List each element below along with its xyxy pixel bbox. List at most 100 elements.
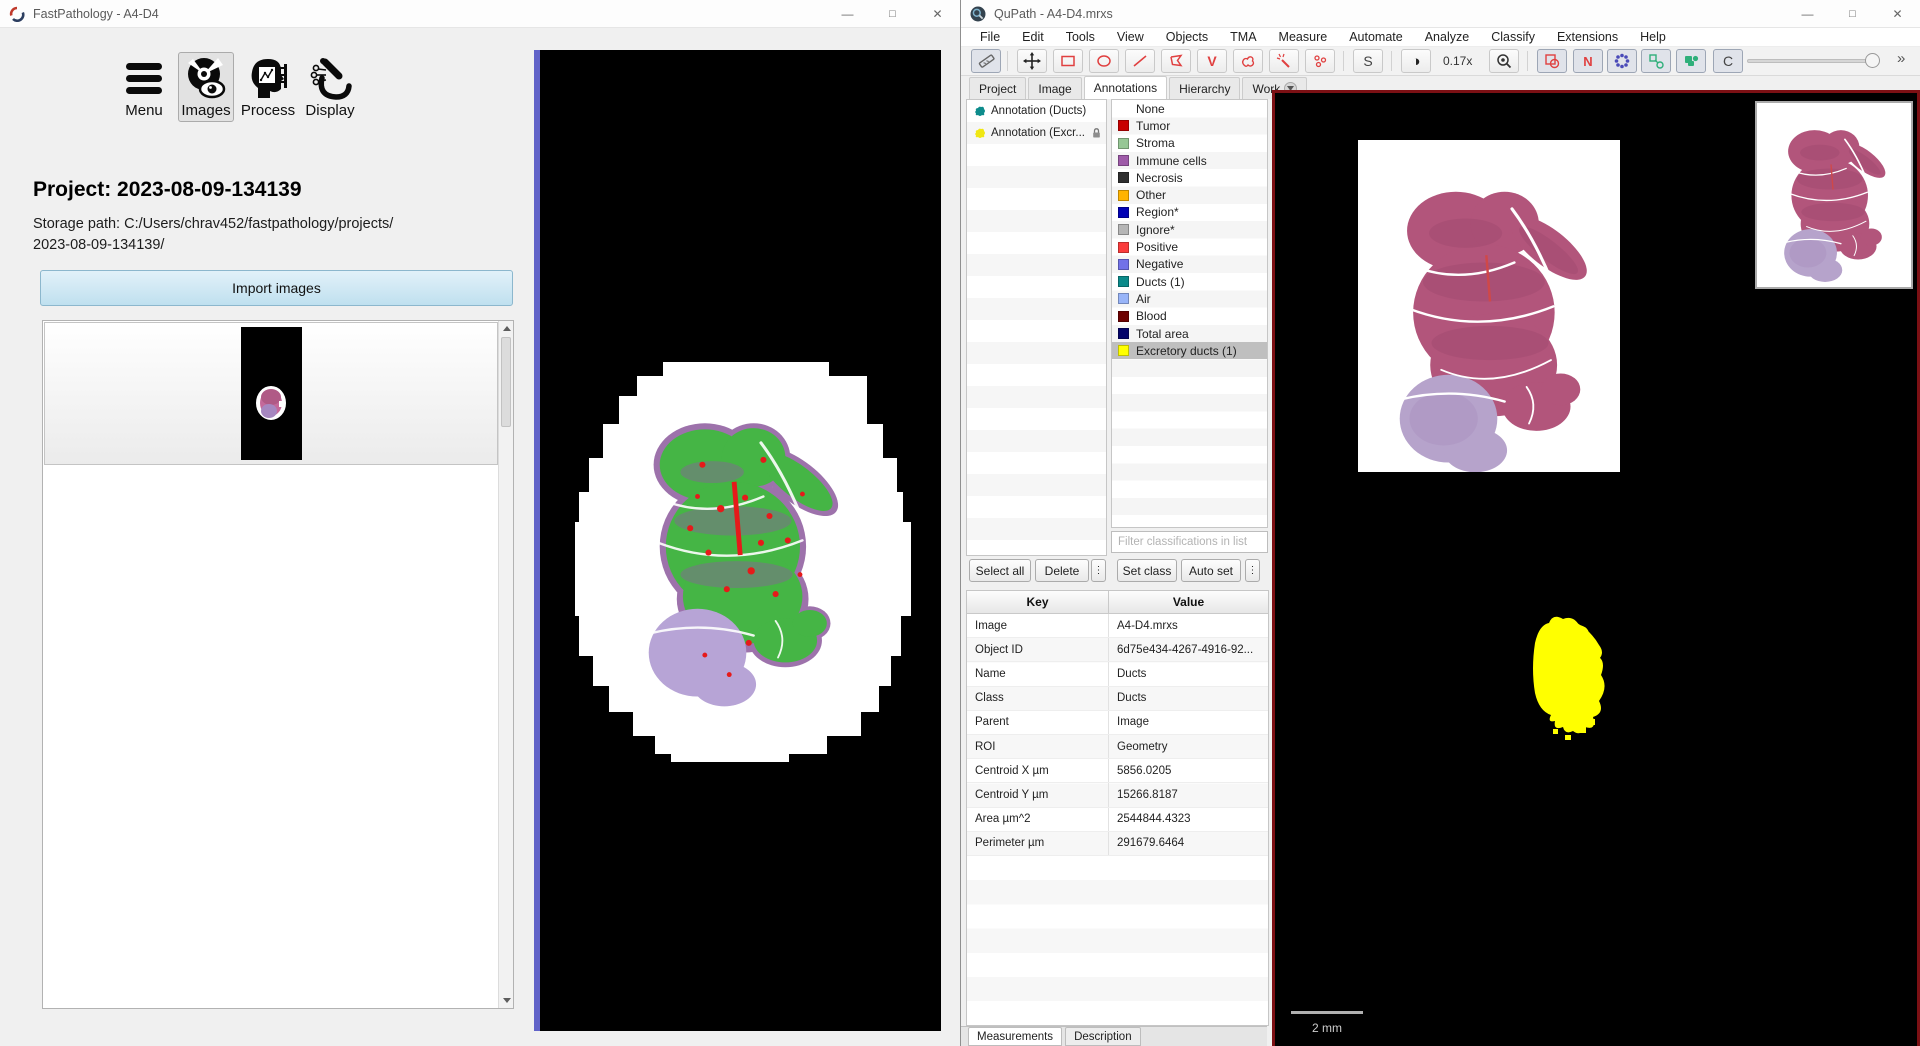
menu-objects[interactable]: Objects xyxy=(1155,30,1219,44)
annotation-object-list[interactable]: Annotation (Ducts) Annotation (Excr... xyxy=(966,99,1107,556)
brush-tool-button[interactable] xyxy=(1233,49,1263,73)
polygon-tool-button[interactable] xyxy=(1161,49,1191,73)
tab-image[interactable]: Image xyxy=(1028,77,1082,99)
show-detections-toggle[interactable] xyxy=(1676,49,1706,73)
excretory-ducts-annotation[interactable] xyxy=(1521,609,1613,743)
fastpathology-titlebar[interactable]: FastPathology - A4-D4 — □ ✕ xyxy=(0,0,960,28)
qp-minimize-button[interactable]: — xyxy=(1785,0,1830,27)
tab-project[interactable]: Project xyxy=(969,77,1027,99)
class-row-air[interactable]: Air xyxy=(1112,290,1267,307)
menu-tools[interactable]: Tools xyxy=(1055,30,1106,44)
class-row-tumor[interactable]: Tumor xyxy=(1112,117,1267,134)
line-tool-button[interactable] xyxy=(1125,49,1155,73)
class-row-negative[interactable]: Negative xyxy=(1112,256,1267,273)
fp-viewer[interactable] xyxy=(534,50,941,1031)
show-names-toggle[interactable]: N xyxy=(1573,49,1603,73)
menu-analyze[interactable]: Analyze xyxy=(1414,30,1480,44)
menu-automate[interactable]: Automate xyxy=(1338,30,1414,44)
opacity-slider-track[interactable] xyxy=(1747,59,1877,63)
table-row[interactable]: ROI Geometry xyxy=(967,734,1268,760)
qp-maximize-button[interactable]: □ xyxy=(1830,0,1875,27)
fp-list-scrollbar[interactable] xyxy=(498,321,513,1008)
fp-scroll-down-arrow[interactable] xyxy=(499,993,514,1008)
fp-close-button[interactable]: ✕ xyxy=(915,0,960,27)
classes-more-button[interactable]: ⋮ xyxy=(1245,559,1260,582)
table-row[interactable]: Name Ducts xyxy=(967,662,1268,687)
wand-tool-button[interactable] xyxy=(1269,49,1299,73)
set-class-button[interactable]: Set class xyxy=(1117,559,1177,582)
fp-display-button[interactable]: Display xyxy=(302,52,358,122)
class-row-ducts[interactable]: Ducts (1) xyxy=(1112,273,1267,290)
opacity-slider-thumb[interactable] xyxy=(1865,53,1880,68)
menu-classify[interactable]: Classify xyxy=(1480,30,1546,44)
pan-tool-button[interactable] xyxy=(1017,49,1047,73)
import-images-button[interactable]: Import images xyxy=(40,270,513,306)
annotation-item-ducts[interactable]: Annotation (Ducts) xyxy=(967,100,1106,122)
fp-process-button[interactable]: Process xyxy=(240,52,296,122)
table-row[interactable]: Centroid Y µm 15266.8187 xyxy=(967,783,1268,808)
class-row-positive[interactable]: Positive xyxy=(1112,238,1267,255)
class-list[interactable]: None Tumor Stroma Immune cells Necrosis … xyxy=(1111,99,1268,528)
menu-tma[interactable]: TMA xyxy=(1219,30,1267,44)
zoom-to-fit-button[interactable] xyxy=(1489,49,1519,73)
fp-menu-button[interactable]: Menu xyxy=(116,52,172,122)
fp-image-list[interactable] xyxy=(42,320,514,1009)
show-annotations-toggle[interactable] xyxy=(1537,49,1567,73)
overview-thumbnail[interactable] xyxy=(1755,101,1913,289)
ellipse-tool-button[interactable] xyxy=(1089,49,1119,73)
menu-edit[interactable]: Edit xyxy=(1011,30,1055,44)
toolbar-overflow-button[interactable]: » xyxy=(1897,50,1905,67)
table-row[interactable]: Class Ducts xyxy=(967,686,1268,711)
class-row-region[interactable]: Region* xyxy=(1112,204,1267,221)
fp-images-button[interactable]: Images xyxy=(178,52,234,122)
table-row[interactable]: Parent Image xyxy=(967,710,1268,735)
tab-hierarchy[interactable]: Hierarchy xyxy=(1169,77,1241,99)
selection-mode-button[interactable]: S xyxy=(1353,49,1383,73)
class-row-none[interactable]: None xyxy=(1112,100,1267,117)
qp-viewer[interactable]: 2 mm xyxy=(1272,90,1920,1046)
tab-measurements[interactable]: Measurements xyxy=(968,1027,1063,1046)
class-row-excretory-ducts[interactable]: Excretory ducts (1) xyxy=(1112,342,1267,360)
points-tool-button[interactable] xyxy=(1305,49,1335,73)
fp-maximize-button[interactable]: □ xyxy=(870,0,915,27)
class-row-stroma[interactable]: Stroma xyxy=(1112,135,1267,152)
show-hierarchy-toggle[interactable] xyxy=(1641,49,1671,73)
class-row-ignore[interactable]: Ignore* xyxy=(1112,221,1267,238)
qupath-titlebar[interactable]: QuPath - A4-D4.mrxs — □ ✕ xyxy=(961,0,1920,28)
table-row[interactable]: Image A4-D4.mrxs xyxy=(967,614,1268,639)
move-tool-button[interactable] xyxy=(971,49,1001,73)
polyline-tool-button[interactable]: V xyxy=(1197,49,1227,73)
class-row-immune-cells[interactable]: Immune cells xyxy=(1112,152,1267,169)
table-row[interactable]: Perimeter µm 291679.6464 xyxy=(967,831,1268,856)
tab-description[interactable]: Description xyxy=(1065,1027,1141,1046)
class-row-total-area[interactable]: Total area xyxy=(1112,325,1267,342)
show-tma-grid-toggle[interactable] xyxy=(1607,49,1637,73)
table-row[interactable]: Centroid X µm 5856.0205 xyxy=(967,759,1268,784)
annotation-item-excretory[interactable]: Annotation (Excr... xyxy=(967,122,1106,144)
qp-close-button[interactable]: ✕ xyxy=(1875,0,1920,27)
class-row-necrosis[interactable]: Necrosis xyxy=(1112,169,1267,186)
fp-slide-thumbnail[interactable] xyxy=(241,327,302,460)
table-row[interactable]: Area µm^2 2544844.4323 xyxy=(967,807,1268,832)
table-row[interactable]: Object ID 6d75e434-4267-4916-92... xyxy=(967,638,1268,663)
delete-button[interactable]: Delete xyxy=(1035,559,1089,582)
menu-help[interactable]: Help xyxy=(1629,30,1677,44)
fp-minimize-button[interactable]: — xyxy=(825,0,870,27)
fp-scroll-up-arrow[interactable] xyxy=(499,321,514,336)
fp-scroll-thumb[interactable] xyxy=(501,337,511,427)
rectangle-tool-button[interactable] xyxy=(1053,49,1083,73)
filter-classifications-input[interactable]: Filter classifications in list xyxy=(1111,531,1268,553)
menu-extensions[interactable]: Extensions xyxy=(1546,30,1629,44)
class-row-other[interactable]: Other xyxy=(1112,186,1267,203)
annotations-more-button[interactable]: ⋮ xyxy=(1091,559,1106,582)
menu-measure[interactable]: Measure xyxy=(1268,30,1339,44)
show-classification-toggle[interactable]: C xyxy=(1713,49,1743,73)
auto-set-button[interactable]: Auto set xyxy=(1181,559,1241,582)
menu-view[interactable]: View xyxy=(1106,30,1155,44)
class-row-blood[interactable]: Blood xyxy=(1112,308,1267,325)
menu-file[interactable]: File xyxy=(969,30,1011,44)
brightness-contrast-button[interactable]: ◑ xyxy=(1401,49,1431,73)
tab-annotations[interactable]: Annotations xyxy=(1083,76,1168,99)
magnification-value[interactable]: 0.17x xyxy=(1443,54,1472,68)
select-all-button[interactable]: Select all xyxy=(969,559,1031,582)
